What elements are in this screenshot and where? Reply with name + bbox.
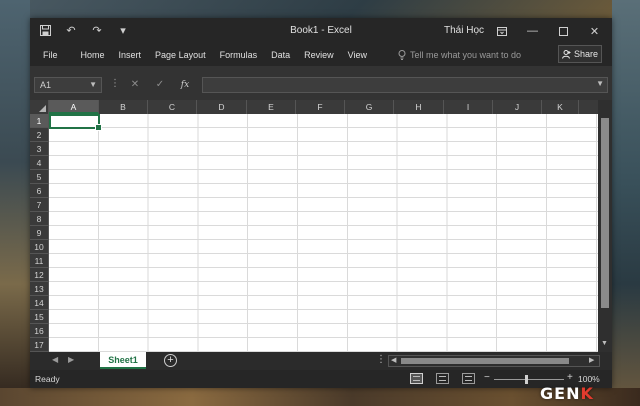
row-header-1[interactable]: 1 <box>30 114 49 128</box>
row-header-6[interactable]: 6 <box>30 184 49 198</box>
column-headers: ABCDEFGHIJK <box>30 100 598 114</box>
row-header-8[interactable]: 8 <box>30 212 49 226</box>
page-layout-view-icon[interactable] <box>436 373 449 384</box>
scroll-left-icon[interactable]: ◀ <box>391 356 396 366</box>
horizontal-scrollbar[interactable]: ◀ ▶ <box>388 355 600 367</box>
row-headers: 1 2 3 4 5 6 7 8 9 10 11 12 13 14 15 16 17 <box>30 114 49 352</box>
insert-function-button[interactable]: fx <box>176 77 194 93</box>
tab-formulas[interactable]: Formulas <box>213 48 265 62</box>
tab-split-handle-icon[interactable]: ⋮ <box>376 354 386 365</box>
cell-grid[interactable] <box>49 114 598 352</box>
column-header-k[interactable]: K <box>542 100 579 114</box>
add-sheet-button[interactable]: + <box>164 354 177 367</box>
column-header-i[interactable]: I <box>444 100 493 114</box>
tab-review[interactable]: Review <box>297 48 341 62</box>
column-header-d[interactable]: D <box>197 100 247 114</box>
row-header-17[interactable]: 17 <box>30 338 49 352</box>
column-header-g[interactable]: G <box>345 100 394 114</box>
horizontal-scroll-thumb[interactable] <box>401 358 569 364</box>
chevron-down-icon[interactable]: ▼ <box>89 78 97 92</box>
status-text: Ready <box>35 374 60 384</box>
zoom-slider[interactable] <box>494 379 564 380</box>
status-bar: Ready − + 100% <box>30 370 612 388</box>
zoom-slider-thumb[interactable] <box>525 375 528 384</box>
column-header-e[interactable]: E <box>247 100 296 114</box>
tab-insert[interactable]: Insert <box>112 48 149 62</box>
desktop-background-left <box>0 0 30 406</box>
row-header-15[interactable]: 15 <box>30 310 49 324</box>
tab-home[interactable]: Home <box>74 48 112 62</box>
tab-page-layout[interactable]: Page Layout <box>148 48 213 62</box>
select-all-button[interactable] <box>30 100 49 114</box>
scroll-down-icon[interactable]: ▼ <box>601 340 608 347</box>
column-header-a[interactable]: A <box>49 100 99 114</box>
column-header-j[interactable]: J <box>493 100 542 114</box>
row-header-11[interactable]: 11 <box>30 254 49 268</box>
share-button[interactable]: Share <box>558 45 602 63</box>
row-header-7[interactable]: 7 <box>30 198 49 212</box>
zoom-out-button[interactable]: − <box>484 373 490 383</box>
name-box[interactable]: A1 ▼ <box>34 77 102 93</box>
sheet-tab-sheet1[interactable]: Sheet1 <box>100 352 146 369</box>
row-header-2[interactable]: 2 <box>30 128 49 142</box>
row-header-14[interactable]: 14 <box>30 296 49 310</box>
vertical-scrollbar[interactable]: ▼ <box>598 100 612 352</box>
expand-formula-bar-icon[interactable]: ▼ <box>596 79 604 88</box>
maximize-icon[interactable] <box>548 18 579 44</box>
enter-entry-button[interactable]: ✓ <box>151 77 169 93</box>
row-header-10[interactable]: 10 <box>30 240 49 254</box>
page-break-preview-icon[interactable] <box>462 373 475 384</box>
column-header-c[interactable]: C <box>148 100 197 114</box>
row-header-13[interactable]: 13 <box>30 282 49 296</box>
excel-window: ↶ ↷ ▾ Book1 - Excel Thái Học — ✕ File Hom… <box>30 18 612 388</box>
minimize-icon[interactable]: — <box>517 18 548 44</box>
normal-view-icon[interactable] <box>410 373 423 384</box>
next-sheet-icon[interactable]: ▶ <box>68 355 74 364</box>
row-header-16[interactable]: 16 <box>30 324 49 338</box>
row-header-9[interactable]: 9 <box>30 226 49 240</box>
tab-list: File Home Insert Page Layout Formulas Data Rev… <box>30 48 374 62</box>
title-bar: ↶ ↷ ▾ Book1 - Excel Thái Học — ✕ <box>30 18 612 44</box>
window-controls: — ✕ <box>486 18 610 44</box>
desktop-background-right <box>612 0 640 406</box>
tell-me-placeholder: Tell me what you want to do <box>410 50 522 60</box>
close-icon[interactable]: ✕ <box>579 18 610 44</box>
scroll-right-icon[interactable]: ▶ <box>589 356 594 366</box>
lightbulb-icon <box>398 50 406 60</box>
column-header-f[interactable]: F <box>296 100 345 114</box>
zoom-in-button[interactable]: + <box>567 373 573 383</box>
ribbon-tabs: File Home Insert Page Layout Formulas Data Rev… <box>30 44 612 66</box>
formula-input[interactable]: ▼ <box>202 77 608 93</box>
row-header-3[interactable]: 3 <box>30 142 49 156</box>
formula-bar-grip-icon[interactable]: ⋮ <box>110 78 120 89</box>
row-header-12[interactable]: 12 <box>30 268 49 282</box>
active-cell-selection[interactable] <box>49 114 102 131</box>
vertical-scroll-thumb[interactable] <box>601 118 609 308</box>
genk-watermark-logo: GENK <box>540 384 594 403</box>
person-icon <box>561 49 571 59</box>
row-header-5[interactable]: 5 <box>30 170 49 184</box>
zoom-level[interactable]: 100% <box>578 374 600 384</box>
user-name[interactable]: Thái Học <box>444 25 484 36</box>
tab-file[interactable]: File <box>30 48 74 62</box>
previous-sheet-icon[interactable]: ◀ <box>52 355 58 364</box>
column-header-h[interactable]: H <box>394 100 444 114</box>
cancel-entry-button[interactable]: ✕ <box>126 77 144 93</box>
ribbon-display-options-icon[interactable] <box>486 18 517 44</box>
formula-bar: A1 ▼ ⋮ ✕ ✓ fx ▼ <box>30 66 612 100</box>
row-header-4[interactable]: 4 <box>30 156 49 170</box>
tab-view[interactable]: View <box>341 48 374 62</box>
share-label: Share <box>573 49 599 59</box>
sheet-tab-bar: ◀ ▶ Sheet1 + ⋮ ◀ ▶ <box>30 352 612 370</box>
tab-data[interactable]: Data <box>264 48 297 62</box>
column-header-b[interactable]: B <box>99 100 148 114</box>
tell-me-box[interactable]: Tell me what you want to do <box>398 48 521 62</box>
name-box-value: A1 <box>40 80 52 90</box>
